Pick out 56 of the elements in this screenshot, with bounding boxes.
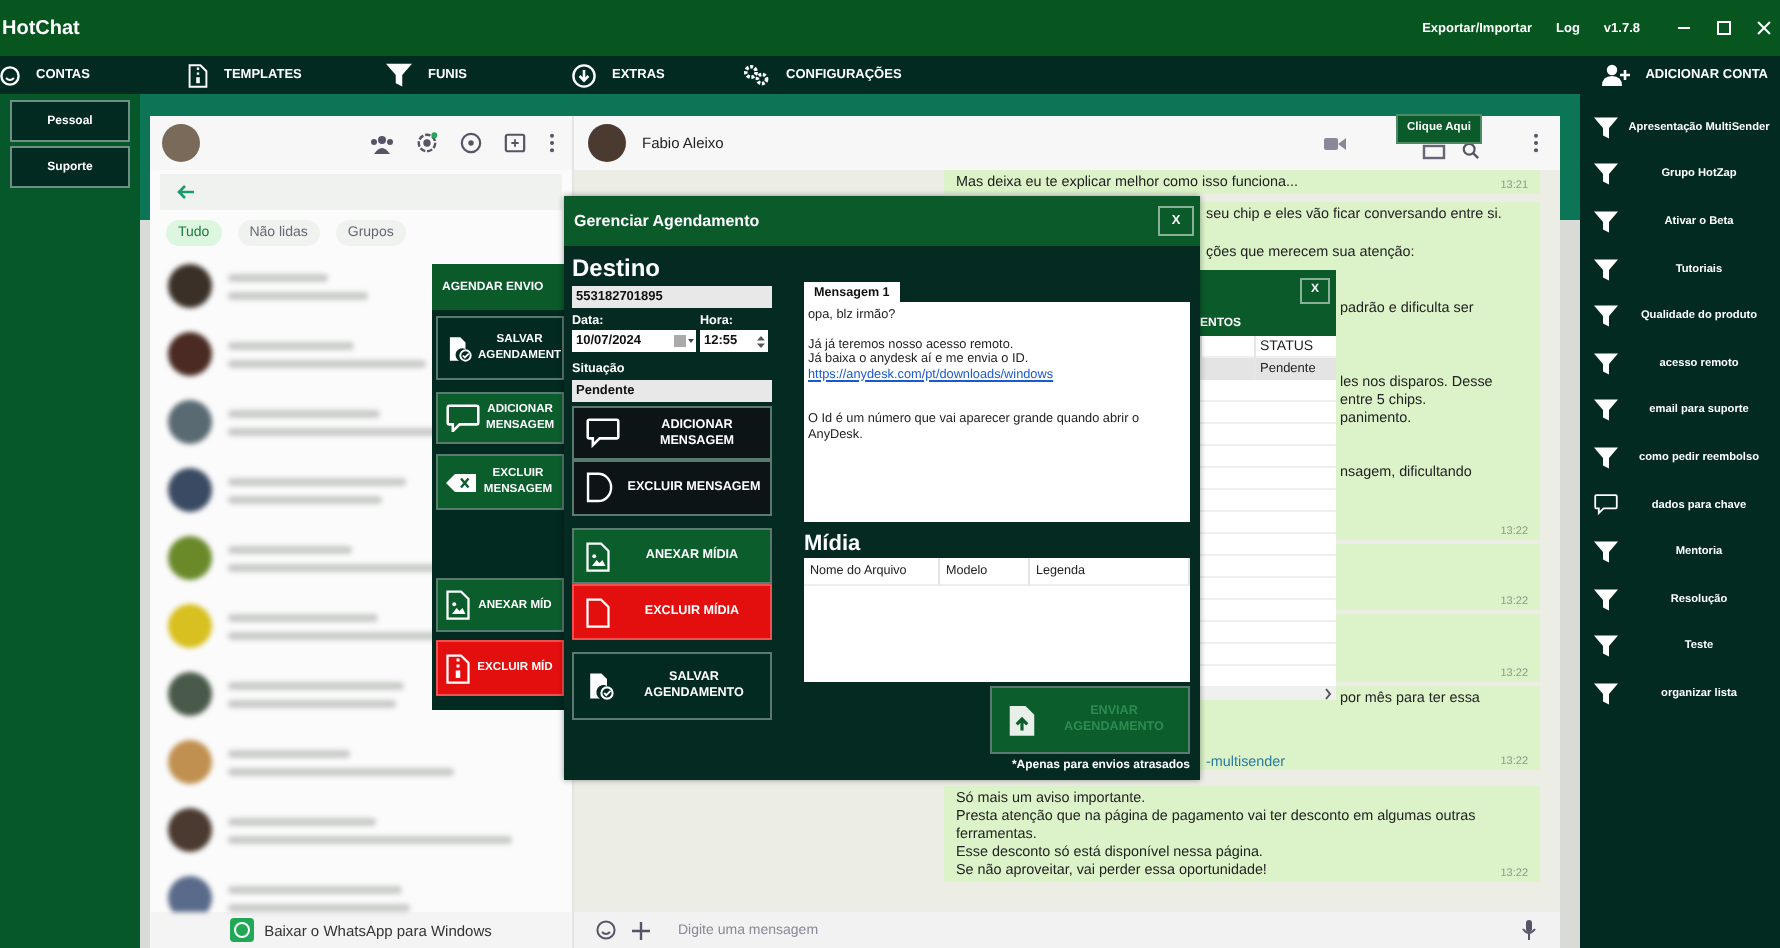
funnel-icon[interactable]: [1594, 398, 1618, 423]
search-icon[interactable]: [1462, 142, 1480, 160]
document-check-icon: [586, 672, 614, 700]
funnel-icon[interactable]: [1594, 162, 1618, 187]
video-call-icon[interactable]: [1324, 135, 1346, 151]
section-heading: Mídia: [804, 532, 863, 558]
chat-bubble-icon: [1594, 494, 1618, 516]
back-arrow-icon[interactable]: [176, 184, 196, 200]
funnel-icon[interactable]: [1594, 115, 1618, 140]
section-heading: Destino: [572, 254, 663, 282]
zip-file-icon: [188, 63, 208, 87]
contact-avatar: [588, 124, 626, 162]
d-shape-icon: [586, 472, 614, 504]
file-icon: [586, 597, 610, 627]
spinner-arrows-icon[interactable]: [756, 333, 766, 349]
funnel-icon[interactable]: [1594, 209, 1618, 234]
community-icon[interactable]: [370, 133, 394, 153]
funnel-icon[interactable]: [386, 62, 412, 88]
profile-avatar[interactable]: [162, 124, 200, 162]
funnel-icon[interactable]: [1594, 540, 1618, 565]
add-user-icon: [1601, 64, 1630, 86]
app-title: HotChat: [2, 17, 82, 39]
new-chat-icon[interactable]: [504, 132, 526, 154]
funnel-icon[interactable]: [1594, 304, 1618, 329]
calendar-dropdown-icon[interactable]: [674, 334, 694, 348]
zip-file-icon: [446, 653, 470, 683]
image-file-icon: [586, 541, 610, 571]
document-check-icon: [446, 335, 472, 361]
menu-icon[interactable]: [1532, 132, 1540, 154]
close-icon[interactable]: [1756, 20, 1772, 36]
whatsapp-logo-icon: [230, 918, 255, 942]
upload-file-icon: [1008, 703, 1036, 737]
chat-bubble-icon: [586, 418, 620, 448]
face-icon: [0, 65, 20, 85]
funnel-icon[interactable]: [1594, 445, 1618, 470]
emoji-icon[interactable]: [596, 920, 616, 940]
microphone-icon[interactable]: [1522, 920, 1536, 940]
funnel-icon[interactable]: [1594, 351, 1618, 376]
download-icon: [572, 63, 596, 87]
funnel-icon[interactable]: [1594, 587, 1618, 612]
chevron-right-icon[interactable]: [1324, 687, 1332, 699]
dialog-title: Gerenciar Agendamento: [574, 212, 760, 230]
status-icon[interactable]: [416, 132, 438, 154]
chat-bubble-icon: [446, 403, 480, 433]
backspace-icon: [446, 473, 476, 491]
box-icon[interactable]: [1422, 143, 1446, 159]
funnel-icon[interactable]: [1594, 681, 1618, 706]
gears-icon: [742, 64, 770, 86]
funnel-icon[interactable]: [1594, 634, 1618, 659]
channels-icon[interactable]: [460, 132, 482, 154]
menu-icon[interactable]: [548, 132, 556, 154]
image-file-icon: [446, 590, 470, 620]
maximize-icon[interactable]: [1716, 20, 1732, 36]
funnel-icon[interactable]: [1594, 257, 1618, 282]
plus-icon[interactable]: [632, 921, 650, 939]
table-row-marker[interactable]: [1200, 358, 1254, 380]
